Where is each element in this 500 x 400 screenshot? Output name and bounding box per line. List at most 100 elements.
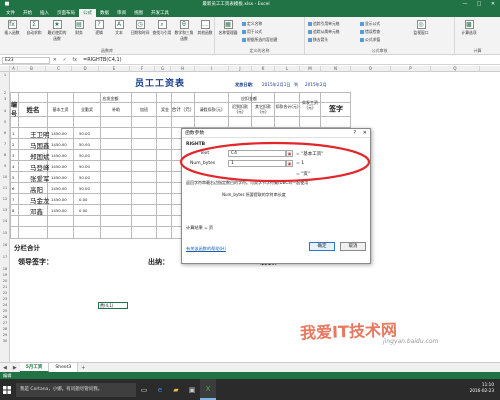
enter-icon[interactable]: ✓ bbox=[63, 57, 67, 63]
ribbon: fx 插入函数 Σ 自动求和 ★ 最近使用的函数 ▤ 财务 ? 逻辑 A 文本 ◷ 日期和时间… bbox=[0, 17, 500, 55]
should-pay-group: 应发金额 bbox=[102, 96, 119, 101]
save-icon[interactable]: ■ bbox=[0, 1, 14, 7]
use-in-formula-button[interactable]: 用于公式 bbox=[242, 29, 262, 35]
employee-number: 5 bbox=[12, 175, 15, 180]
prev-sheet-icon[interactable]: ◀ bbox=[0, 365, 10, 371]
tab-file[interactable]: 文件 bbox=[2, 9, 19, 17]
calc-result: 计算结果 = 资 bbox=[186, 225, 214, 230]
tab-formulas[interactable]: 公式 bbox=[79, 9, 96, 17]
row-header[interactable]: 15 bbox=[0, 230, 10, 236]
footer-leader: 领导签字： bbox=[18, 258, 53, 266]
system-clock[interactable]: 11:10 2016-02-23 bbox=[470, 382, 494, 394]
row-header[interactable]: 6 bbox=[0, 130, 10, 136]
ok-button[interactable]: 确定 bbox=[309, 242, 335, 251]
group-label-calc: 计算 bbox=[473, 48, 482, 53]
cancel-button[interactable]: 取消 bbox=[340, 242, 366, 251]
name-box[interactable]: E23 bbox=[2, 56, 50, 64]
tab-data[interactable]: 数据 bbox=[96, 9, 113, 17]
lookup-button[interactable]: ⌕ 查找与引用 bbox=[152, 20, 172, 36]
tab-insert[interactable]: 插入 bbox=[36, 9, 53, 17]
employee-attendance-bonus: 0.00 bbox=[79, 197, 88, 202]
active-cell-e23[interactable]: 费(4,1) bbox=[98, 302, 128, 309]
remove-arrows-button[interactable]: 移去箭头 bbox=[308, 37, 328, 43]
trace-dependents-button[interactable]: 追踪从属单元格 bbox=[308, 29, 340, 35]
help-icon[interactable]: ? bbox=[353, 129, 356, 138]
grid-line bbox=[100, 92, 101, 238]
sheet-tab-sheet3[interactable]: Sheet3 bbox=[49, 363, 79, 372]
text-button[interactable]: A 文本 bbox=[110, 20, 128, 36]
logical-button[interactable]: ? 逻辑 bbox=[90, 20, 108, 36]
show-formulas-button[interactable]: 显示公式 bbox=[360, 21, 380, 27]
row-header[interactable]: 5 bbox=[0, 119, 10, 125]
start-button[interactable] bbox=[0, 379, 14, 400]
tab-review[interactable]: 审阅 bbox=[113, 9, 130, 17]
edge-icon[interactable]: e bbox=[152, 379, 168, 400]
math-button[interactable]: θ 数学和三角函数 bbox=[174, 20, 194, 42]
minimize-button[interactable]: — bbox=[458, 1, 472, 7]
row-header[interactable]: 16 bbox=[0, 242, 10, 248]
dialog-close-icon[interactable]: ✕ bbox=[363, 129, 367, 138]
row-header[interactable]: 1 bbox=[0, 72, 10, 78]
define-name-button[interactable]: 定义名称 bbox=[242, 21, 262, 27]
cortana-search-box[interactable]: 我是 Cortana，小娜。有问题尽管问我。 bbox=[16, 382, 136, 397]
next-sheet-icon[interactable]: ▶ bbox=[10, 365, 20, 371]
watch-window-button[interactable]: ◎ 监视窗口 bbox=[410, 20, 432, 36]
fx-icon[interactable]: fx bbox=[72, 57, 77, 63]
row-header[interactable]: 4 bbox=[0, 108, 10, 114]
function-help-link[interactable]: 有关该函数的帮助(H) bbox=[186, 246, 226, 252]
insert-function-button[interactable]: fx 插入函数 bbox=[2, 20, 22, 36]
financial-button[interactable]: ▤ 财务 bbox=[70, 20, 88, 36]
maximize-button[interactable]: □ bbox=[472, 1, 486, 7]
row-header[interactable]: 30 bbox=[0, 338, 10, 344]
row-header[interactable]: 14 bbox=[0, 218, 10, 224]
create-from-selection-button[interactable]: 根据所选内容创建 bbox=[242, 37, 277, 43]
tab-view[interactable]: 视图 bbox=[130, 9, 147, 17]
more-book-icon: … bbox=[200, 20, 210, 29]
theta-icon: θ bbox=[179, 20, 189, 29]
datetime-button[interactable]: ◷ 日期和时间 bbox=[130, 20, 150, 36]
tab-developer[interactable]: 开发工具 bbox=[147, 9, 173, 17]
employee-number: 8 bbox=[12, 208, 15, 213]
error-checking-button[interactable]: 错误检查 bbox=[360, 29, 380, 35]
calc-options-button[interactable]: ▩ 计算选项 bbox=[458, 20, 480, 36]
more-functions-button[interactable]: … 其他函数 bbox=[196, 20, 214, 36]
employee-number: 3 bbox=[12, 153, 15, 158]
trace-precedents-button[interactable]: 追踪引用单元格 bbox=[308, 21, 340, 27]
employee-number: 1 bbox=[12, 131, 15, 136]
tab-page-layout[interactable]: 页面布局 bbox=[53, 9, 79, 17]
row-header[interactable]: 11 bbox=[0, 185, 10, 191]
h-actual-pay: 实发工资(元) bbox=[302, 100, 318, 110]
tag-icon: ▦ bbox=[223, 20, 233, 29]
autosum-button[interactable]: Σ 自动求和 bbox=[24, 20, 44, 36]
name-manager-button[interactable]: ▦ 名称管理器 bbox=[217, 20, 239, 36]
date-end: 2015年2月 bbox=[305, 82, 327, 87]
clock-icon: ◷ bbox=[135, 20, 145, 29]
row-header[interactable]: 17 bbox=[0, 254, 10, 260]
row-header[interactable]: 8 bbox=[0, 152, 10, 158]
excel-taskbar-icon[interactable]: X bbox=[200, 379, 216, 400]
group-label-audit: 公式审核 bbox=[371, 48, 388, 53]
evaluate-formula-button[interactable]: 公式求值 bbox=[360, 37, 380, 43]
close-button[interactable]: ✕ bbox=[486, 1, 500, 7]
sheet-tab-may-salary[interactable]: 5月工资 bbox=[19, 363, 50, 372]
row-header[interactable]: 12 bbox=[0, 196, 10, 202]
tab-home[interactable]: 开始 bbox=[19, 9, 36, 17]
employee-base-salary: 1450.00 bbox=[51, 208, 67, 213]
employee-base-salary: 1450.00 bbox=[51, 186, 67, 191]
row-header[interactable]: 13 bbox=[0, 207, 10, 213]
formula-input[interactable]: =RIGHTB(C4,1) bbox=[80, 57, 500, 63]
sigma-icon: Σ bbox=[29, 20, 39, 29]
recent-functions-button[interactable]: ★ 最近使用的函数 bbox=[46, 20, 68, 42]
row-header[interactable]: 3 bbox=[0, 96, 10, 102]
star-icon: ★ bbox=[52, 20, 62, 29]
file-explorer-icon[interactable]: ▰ bbox=[168, 379, 184, 400]
task-view-icon[interactable]: ▭ bbox=[136, 379, 152, 400]
row-header[interactable]: 10 bbox=[0, 174, 10, 180]
cancel-icon[interactable]: ✕ bbox=[53, 57, 57, 63]
add-sheet-button[interactable]: + bbox=[78, 365, 88, 371]
row-header[interactable]: 7 bbox=[0, 141, 10, 147]
footer-cashier: 出纳： bbox=[148, 258, 169, 266]
row-header[interactable]: 9 bbox=[0, 163, 10, 169]
store-icon[interactable]: ▣ bbox=[184, 379, 200, 400]
book-icon: ▤ bbox=[74, 20, 84, 29]
